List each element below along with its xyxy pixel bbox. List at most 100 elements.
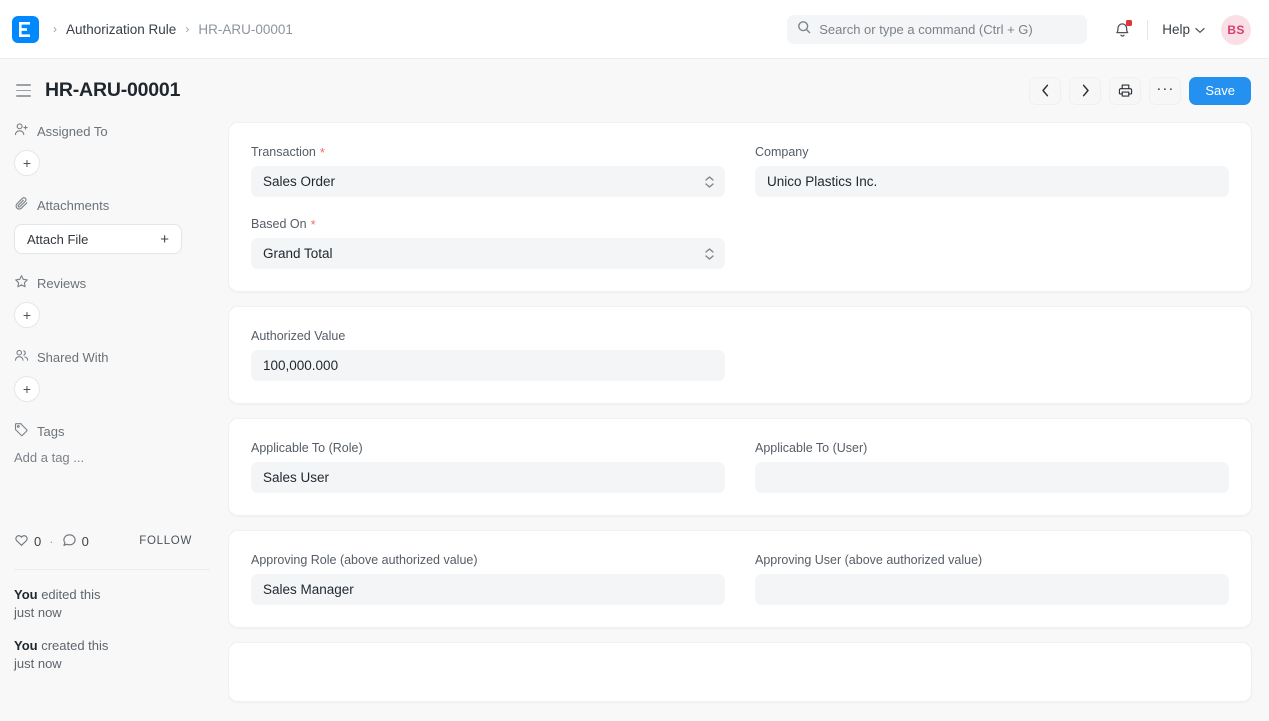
- sidebar-toggle-icon[interactable]: [14, 80, 33, 100]
- field-based-on: Based On * Grand Total: [251, 217, 725, 269]
- applicable-to-user-label: Applicable To (User): [755, 441, 867, 455]
- breadcrumb-separator-icon: ›: [185, 23, 189, 35]
- shared-with-label: Shared With: [37, 350, 109, 365]
- comment-count: 0: [82, 534, 89, 549]
- field-approving-user: Approving User (above authorized value): [755, 553, 1229, 605]
- page-title: HR-ARU-00001: [45, 79, 180, 102]
- add-review-button[interactable]: +: [14, 302, 40, 328]
- breadcrumb: › Authorization Rule › HR-ARU-00001: [53, 22, 293, 37]
- add-tag-input[interactable]: Add a tag ...: [14, 450, 210, 465]
- page-body: Assigned To + Attachments Attach File +: [0, 122, 1269, 721]
- reviews-header: Reviews: [14, 274, 210, 292]
- help-menu[interactable]: Help: [1162, 22, 1205, 37]
- app-logo-icon[interactable]: [12, 16, 39, 43]
- next-document-button[interactable]: [1069, 77, 1101, 105]
- company-label: Company: [755, 145, 809, 159]
- next-card-partial: [228, 642, 1252, 702]
- more-actions-button[interactable]: ···: [1149, 77, 1181, 105]
- sidebar-divider: [14, 569, 210, 570]
- print-button[interactable]: [1109, 77, 1141, 105]
- sidebar-section-attachments: Attachments Attach File +: [14, 196, 210, 254]
- like-button[interactable]: 0: [14, 533, 41, 550]
- printer-icon: [1118, 83, 1133, 98]
- top-navbar: › Authorization Rule › HR-ARU-00001 Sear…: [0, 0, 1269, 59]
- based-on-value: Grand Total: [263, 246, 333, 261]
- required-marker-icon: *: [320, 146, 325, 159]
- search-icon: [797, 20, 811, 39]
- approving-role-label-row: Approving Role (above authorized value): [251, 553, 725, 567]
- company-value: Unico Plastics Inc.: [767, 174, 877, 189]
- help-label: Help: [1162, 22, 1190, 37]
- shared-with-header: Shared With: [14, 348, 210, 366]
- required-marker-icon: *: [311, 218, 316, 231]
- search-placeholder-text: Search or type a command (Ctrl + G): [819, 22, 1033, 37]
- add-share-button[interactable]: +: [14, 376, 40, 402]
- applicable-to-user-input[interactable]: [755, 462, 1229, 493]
- avatar[interactable]: BS: [1221, 15, 1251, 45]
- sidebar-section-assigned-to: Assigned To +: [14, 122, 210, 176]
- navbar-right-group: Search or type a command (Ctrl + G) Help…: [787, 0, 1251, 59]
- approving-role-value: Sales Manager: [263, 582, 354, 597]
- star-icon: [14, 274, 29, 292]
- applicable-to-role-input[interactable]: Sales User: [251, 462, 725, 493]
- notifications-button[interactable]: [1109, 17, 1135, 43]
- form-sidebar: Assigned To + Attachments Attach File +: [0, 122, 228, 721]
- based-on-label-row: Based On *: [251, 217, 725, 231]
- empty-cell: [755, 197, 1229, 269]
- attachments-header: Attachments: [14, 196, 210, 214]
- reviews-label: Reviews: [37, 276, 86, 291]
- paperclip-icon: [14, 196, 29, 214]
- breadcrumb-item-current: HR-ARU-00001: [198, 22, 293, 37]
- activity-time: just now: [14, 655, 210, 673]
- based-on-label: Based On: [251, 217, 307, 231]
- heart-icon: [14, 533, 29, 550]
- comment-icon: [62, 533, 77, 550]
- field-company: Company Unico Plastics Inc.: [755, 145, 1229, 197]
- applicable-to-user-label-row: Applicable To (User): [755, 441, 1229, 455]
- chevron-right-icon: [1081, 84, 1090, 97]
- page-actions: ··· Save: [1029, 77, 1251, 105]
- approving-user-label: Approving User (above authorized value): [755, 553, 982, 567]
- assigned-to-label: Assigned To: [37, 124, 108, 139]
- applicable-to-role-label-row: Applicable To (Role): [251, 441, 725, 455]
- approving-role-label: Approving Role (above authorized value): [251, 553, 478, 567]
- assigned-to-header: Assigned To: [14, 122, 210, 140]
- search-input[interactable]: Search or type a command (Ctrl + G): [787, 15, 1087, 44]
- comment-button[interactable]: 0: [62, 533, 89, 550]
- tag-icon: [14, 422, 29, 440]
- authorized-value-input[interactable]: 100,000.000: [251, 350, 725, 381]
- tags-label: Tags: [37, 424, 64, 439]
- follow-button[interactable]: FOLLOW: [139, 535, 210, 547]
- activity-time: just now: [14, 604, 210, 622]
- activity-action: edited this: [38, 587, 101, 602]
- separator-dot: ·: [49, 534, 53, 549]
- activity-item: You edited this just now: [14, 586, 210, 622]
- add-assignment-button[interactable]: +: [14, 150, 40, 176]
- previous-document-button[interactable]: [1029, 77, 1061, 105]
- approving-role-input[interactable]: Sales Manager: [251, 574, 725, 605]
- social-stats-row: 0 · 0 FOLLOW: [14, 531, 210, 551]
- field-authorized-value: Authorized Value 100,000.000: [251, 329, 725, 381]
- field-transaction: Transaction * Sales Order: [251, 145, 725, 197]
- transaction-select[interactable]: Sales Order: [251, 166, 725, 197]
- company-input[interactable]: Unico Plastics Inc.: [755, 166, 1229, 197]
- attach-file-button[interactable]: Attach File +: [14, 224, 182, 254]
- activity-action: created this: [38, 638, 109, 653]
- approving-user-input[interactable]: [755, 574, 1229, 605]
- based-on-select[interactable]: Grand Total: [251, 238, 725, 269]
- transaction-label-row: Transaction *: [251, 145, 725, 159]
- approving-card: Approving Role (above authorized value) …: [228, 530, 1252, 628]
- save-button[interactable]: Save: [1189, 77, 1251, 105]
- field-applicable-to-role: Applicable To (Role) Sales User: [251, 441, 725, 493]
- plus-icon: +: [160, 232, 169, 247]
- applicable-to-role-label: Applicable To (Role): [251, 441, 363, 455]
- breadcrumb-item-authorization-rule[interactable]: Authorization Rule: [66, 22, 176, 37]
- navbar-divider: [1147, 20, 1148, 40]
- notification-badge-dot: [1126, 20, 1132, 26]
- attach-file-label: Attach File: [27, 232, 88, 247]
- empty-cell: [755, 329, 1229, 381]
- authorized-value-card: Authorized Value 100,000.000: [228, 306, 1252, 404]
- company-label-row: Company: [755, 145, 1229, 159]
- sidebar-section-reviews: Reviews +: [14, 274, 210, 328]
- ellipsis-icon: ···: [1156, 89, 1174, 93]
